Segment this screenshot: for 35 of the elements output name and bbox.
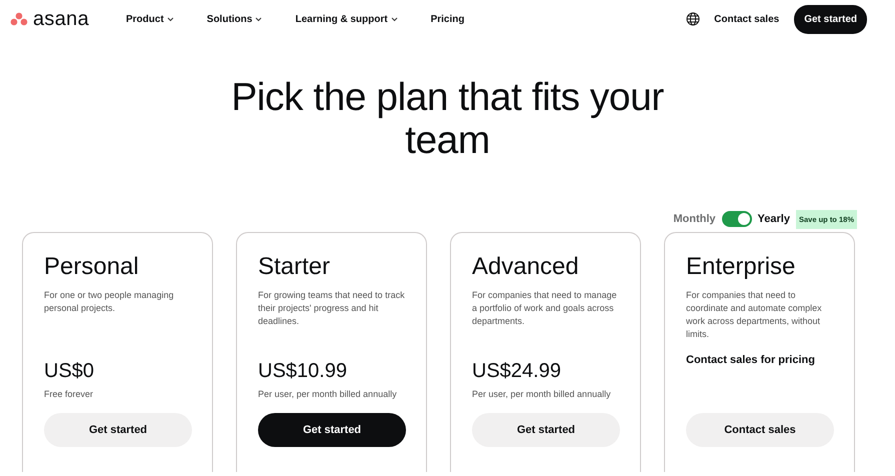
plan-name: Advanced	[472, 253, 580, 281]
plan-name: Starter	[258, 253, 332, 281]
globe-icon[interactable]	[686, 12, 700, 26]
plan-price: US$0	[44, 359, 96, 383]
nav-link[interactable]: Learning & support	[295, 14, 398, 24]
logo-text: asana	[33, 8, 89, 30]
monthly-label: Monthly	[673, 213, 716, 225]
price-note: Per user, per month billed annually	[472, 389, 612, 401]
price-note: Per user, per month billed annually	[258, 389, 398, 401]
chevron-down-icon	[166, 16, 174, 22]
page-heading: Pick the plan that fits your team	[230, 76, 665, 162]
plan-description: For growing teams that need to track their projects' progress and hit deadlines.	[258, 289, 405, 328]
nav-link[interactable]: Product	[126, 14, 174, 24]
get-started-button[interactable]: Get started	[472, 413, 620, 447]
contact-sales-link[interactable]: Contact sales	[714, 14, 780, 24]
chevron-down-icon	[255, 16, 262, 22]
nav-link[interactable]: Solutions	[206, 14, 262, 24]
get-started-button[interactable]: Get started	[794, 4, 867, 34]
contact-sales-button[interactable]: Contact sales	[686, 413, 834, 447]
plan-name: Enterprise	[686, 253, 796, 281]
plan-price: US$10.99	[258, 359, 348, 383]
plan-description: For companies that need to manage a portfolio of work and goals across departments.	[472, 289, 618, 328]
plan-name: Personal	[44, 253, 140, 281]
yearly-label: Yearly	[758, 213, 790, 225]
pricing-note: Contact sales for pricing	[686, 353, 816, 368]
plan-description: For one or two people managing personal projects.	[44, 289, 175, 315]
get-started-button[interactable]: Get started	[258, 413, 406, 447]
plan-price: US$24.99	[472, 359, 562, 383]
price-note: Free forever	[44, 389, 94, 401]
get-started-button[interactable]: Get started	[44, 413, 192, 447]
logo-icon	[10, 12, 28, 26]
nav-link[interactable]: Pricing	[430, 14, 464, 24]
plan-description: For companies that need to coordinate and automate complex work across departments, without limits.	[686, 289, 823, 341]
billing-toggle[interactable]	[722, 211, 752, 227]
chevron-down-icon	[390, 16, 398, 22]
